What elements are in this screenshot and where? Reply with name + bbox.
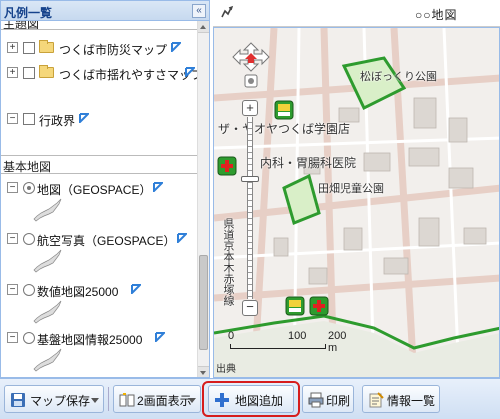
layer-label: 基盤地図情報25000 xyxy=(37,333,143,347)
layer-label: 行政界 xyxy=(39,114,76,128)
toolbar-separator xyxy=(108,387,109,411)
shop-marker-icon[interactable] xyxy=(274,100,294,120)
printer-icon xyxy=(308,392,324,408)
split-view-label: 2画面表示 xyxy=(137,394,192,408)
map-title: ○○地図 xyxy=(415,8,458,22)
section-divider xyxy=(1,173,197,174)
map-label-road: 県道京本木赤塚線 xyxy=(222,218,234,306)
japan-map-thumbnail xyxy=(33,300,62,324)
map-label-park: 松ぼっくり公園 xyxy=(360,71,437,83)
dropdown-arrow-icon[interactable] xyxy=(91,398,99,403)
map-label-clinic: 内科・胃腸科医院 xyxy=(260,156,357,170)
hospital-marker-icon[interactable] xyxy=(217,156,237,176)
layer-row-numeric-25000[interactable]: − 数値地図25000 xyxy=(1,281,197,299)
save-map-label: マップ保存 xyxy=(30,394,91,408)
scale-label-end: 200 m xyxy=(328,330,347,354)
collapse-panel-button[interactable]: « xyxy=(192,4,206,18)
layer-radio[interactable] xyxy=(23,233,35,245)
map-label-store: ザ・ヤオヤつくば学園店 xyxy=(218,122,351,136)
pan-control[interactable] xyxy=(232,42,270,92)
legend-scrollbar[interactable] xyxy=(197,21,209,377)
folder-icon xyxy=(39,40,54,53)
bottom-toolbar: マップ保存 2画面表示 地図追加 印刷 情報一覧 xyxy=(0,378,500,419)
layer-label: 航空写真（GEOSPACE） xyxy=(37,234,176,248)
map-canvas[interactable]: 松ぼっくり公園 ザ・ヤオヤつくば学園店 内科・胃腸科医院 田畑児童公園 県道京本… xyxy=(213,27,500,378)
info-list-label: 情報一覧 xyxy=(387,394,436,408)
zoom-control: + − xyxy=(241,100,259,316)
map-label-nursery: 田畑児童公園 xyxy=(318,183,384,195)
shop-marker-icon[interactable] xyxy=(285,296,305,316)
japan-map-thumbnail xyxy=(33,198,62,222)
zoom-out-button[interactable]: − xyxy=(242,300,258,316)
collapse-toggle[interactable]: − xyxy=(7,233,18,244)
hospital-marker-icon[interactable] xyxy=(309,296,329,316)
legend-panel: 凡例一覧 « 主題図 + つくば市防災マップ + つくば市揺れやすさマップ − … xyxy=(0,0,210,378)
info-link-icon[interactable] xyxy=(155,332,165,342)
layer-checkbox[interactable] xyxy=(23,67,35,79)
dropdown-arrow-icon[interactable] xyxy=(188,398,196,403)
map-attribution: 出典 xyxy=(216,364,236,375)
zoom-track[interactable] xyxy=(247,117,253,299)
layer-row-aerial-photo[interactable]: − 航空写真（GEOSPACE） xyxy=(1,230,197,248)
save-map-button[interactable]: マップ保存 xyxy=(4,385,104,413)
layer-row-kiban-25000[interactable]: − 基盤地図情報25000 xyxy=(1,329,197,347)
japan-map-thumbnail xyxy=(33,348,62,372)
legend-title: 凡例一覧 xyxy=(4,6,53,20)
print-label: 印刷 xyxy=(326,394,351,408)
scroll-thumb[interactable] xyxy=(199,255,208,350)
split-view-button[interactable]: 2画面表示 xyxy=(113,385,201,413)
info-link-icon[interactable] xyxy=(171,42,181,52)
info-list-button[interactable]: 情報一覧 xyxy=(362,385,440,413)
layer-checkbox[interactable] xyxy=(23,113,35,125)
scale-label-mid: 100 xyxy=(288,330,307,342)
print-button[interactable]: 印刷 xyxy=(302,385,354,413)
zoom-slider-handle[interactable] xyxy=(241,176,259,182)
layer-row-gyoseikai[interactable]: − 行政界 xyxy=(1,110,197,128)
layer-radio[interactable] xyxy=(23,284,35,296)
scale-label-zero: 0 xyxy=(228,330,235,342)
layer-label: つくば市揺れやすさマップ xyxy=(59,68,197,82)
layer-label: 数値地図25000 xyxy=(37,285,119,299)
layer-radio[interactable] xyxy=(23,332,35,344)
collapse-toggle[interactable]: − xyxy=(7,113,18,124)
layer-label: つくば市防災マップ xyxy=(59,43,168,57)
layer-row-geospace-map[interactable]: − 地図（GEOSPACE） xyxy=(1,179,197,197)
layer-label: 地図（GEOSPACE） xyxy=(37,183,152,197)
section-divider xyxy=(1,29,197,30)
map-header: ○○地図 xyxy=(213,0,500,27)
info-link-icon[interactable] xyxy=(177,233,187,243)
scale-line xyxy=(230,344,326,349)
legend-layer-tree: 主題図 + つくば市防災マップ + つくば市揺れやすさマップ − 行政界 基本地… xyxy=(1,21,197,377)
scale-bar: 0 100 200 m xyxy=(228,330,348,364)
info-link-icon[interactable] xyxy=(131,284,141,294)
zoom-in-button[interactable]: + xyxy=(242,100,258,116)
expand-toggle[interactable]: + xyxy=(7,67,18,78)
scroll-up-arrow-icon[interactable] xyxy=(198,21,209,33)
legend-header: 凡例一覧 « xyxy=(1,1,209,21)
collapse-toggle[interactable]: − xyxy=(7,332,18,343)
layer-row-yure-map[interactable]: + つくば市揺れやすさマップ xyxy=(1,64,197,82)
collapse-toggle[interactable]: − xyxy=(7,182,18,193)
japan-map-thumbnail xyxy=(33,249,62,273)
notepad-icon xyxy=(369,392,384,408)
pan-hand-icon[interactable] xyxy=(219,5,235,21)
scroll-down-arrow-icon[interactable] xyxy=(198,366,209,377)
section-divider xyxy=(1,155,197,156)
layer-checkbox[interactable] xyxy=(23,42,35,54)
collapse-toggle[interactable]: − xyxy=(7,284,18,295)
section-heading-thematic: 主題図 xyxy=(3,21,40,31)
info-link-icon[interactable] xyxy=(185,67,195,77)
info-link-icon[interactable] xyxy=(79,113,89,123)
layer-row-bosai-map[interactable]: + つくば市防災マップ xyxy=(1,39,197,57)
info-link-icon[interactable] xyxy=(153,182,163,192)
folder-icon xyxy=(39,65,54,78)
add-map-highlight-frame xyxy=(202,381,300,417)
floppy-disk-icon xyxy=(11,393,25,407)
expand-toggle[interactable]: + xyxy=(7,42,18,53)
layer-radio[interactable] xyxy=(23,182,35,194)
split-screen-icon xyxy=(119,393,135,407)
